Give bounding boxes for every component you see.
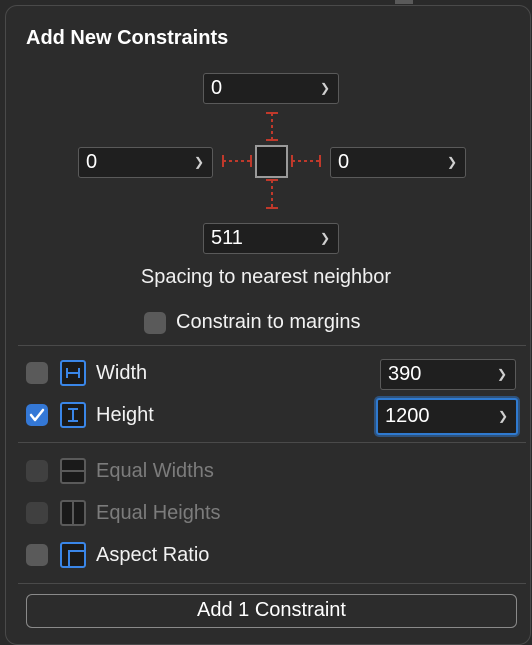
bottom-strut[interactable] <box>266 179 278 209</box>
chevron-down-icon[interactable]: ❯ <box>498 400 508 433</box>
width-value-field[interactable]: 390 ❯ <box>380 359 516 390</box>
aspect-ratio-label: Aspect Ratio <box>96 544 210 566</box>
chevron-down-icon[interactable]: ❯ <box>447 148 457 177</box>
height-value: 1200 <box>385 405 430 427</box>
equal-widths-glyph <box>62 470 84 472</box>
width-label: Width <box>96 362 148 384</box>
chevron-down-icon[interactable]: ❯ <box>320 74 330 103</box>
width-icon <box>60 360 86 386</box>
equal-heights-label: Equal Heights <box>96 502 221 524</box>
chevron-down-icon[interactable]: ❯ <box>194 148 204 177</box>
right-spacing-field[interactable]: 0 ❯ <box>330 147 466 178</box>
equal-heights-glyph <box>72 502 74 524</box>
aspect-ratio-glyph <box>68 550 84 566</box>
equal-widths-checkbox[interactable] <box>26 460 48 482</box>
equal-widths-icon <box>60 458 86 484</box>
equal-heights-checkbox[interactable] <box>26 502 48 524</box>
bottom-spacing-value: 511 <box>211 227 243 249</box>
spacing-caption: Spacing to nearest neighbor <box>140 266 392 288</box>
add-constraints-button[interactable]: Add 1 Constraint <box>26 594 517 628</box>
chevron-down-icon[interactable]: ❯ <box>497 360 507 389</box>
constrain-to-margins-label: Constrain to margins <box>176 311 361 333</box>
panel-title: Add New Constraints <box>26 27 229 49</box>
aspect-ratio-checkbox[interactable] <box>26 544 48 566</box>
top-spacing-field[interactable]: 0 ❯ <box>203 73 339 104</box>
chevron-down-icon[interactable]: ❯ <box>320 224 330 253</box>
equal-widths-label: Equal Widths <box>96 460 214 482</box>
height-label: Height <box>96 404 154 426</box>
height-glyph <box>68 408 78 422</box>
constrain-to-margins-checkbox[interactable] <box>144 312 166 334</box>
right-spacing-value: 0 <box>338 151 350 173</box>
divider <box>18 583 526 584</box>
right-strut[interactable] <box>291 155 321 167</box>
left-strut[interactable] <box>222 155 252 167</box>
view-placeholder-box <box>255 145 288 178</box>
height-checkbox[interactable] <box>26 404 48 426</box>
bottom-spacing-field[interactable]: 511 ❯ <box>203 223 339 254</box>
width-checkbox[interactable] <box>26 362 48 384</box>
checkmark-icon <box>29 408 45 422</box>
aspect-ratio-icon <box>60 542 86 568</box>
left-spacing-field[interactable]: 0 ❯ <box>78 147 213 178</box>
height-value-field[interactable]: 1200 ❯ <box>376 398 518 435</box>
equal-heights-icon <box>60 500 86 526</box>
window-edge <box>395 0 413 4</box>
height-icon <box>60 402 86 428</box>
divider <box>18 442 526 443</box>
top-spacing-value: 0 <box>211 77 223 99</box>
divider <box>18 345 526 346</box>
left-spacing-value: 0 <box>86 151 98 173</box>
width-glyph <box>66 368 80 378</box>
width-value: 390 <box>388 363 422 385</box>
top-strut[interactable] <box>266 112 278 141</box>
